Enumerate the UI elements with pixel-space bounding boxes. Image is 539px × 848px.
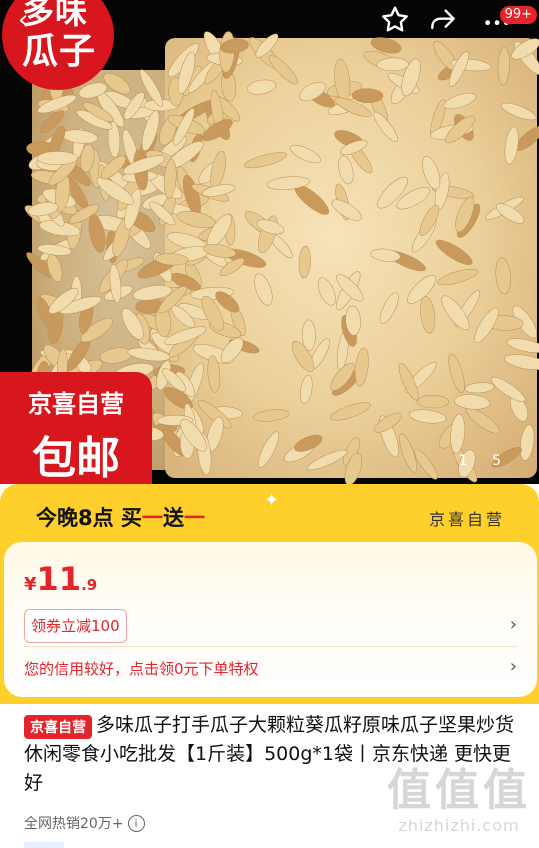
seed-shape	[252, 409, 290, 422]
seed-shape	[519, 424, 535, 461]
coupon-button[interactable]: 领券立减100	[24, 609, 127, 643]
divider	[24, 646, 518, 647]
seed-shape	[495, 257, 511, 295]
seed-shape	[37, 151, 78, 166]
seed-shape	[338, 155, 354, 185]
seed-shape	[450, 413, 466, 454]
promo-title: 今晚8点 买一送一	[36, 502, 205, 532]
seed-shape	[435, 239, 473, 265]
seed-shape	[330, 402, 371, 421]
next-section-edge	[24, 842, 64, 848]
seed-shape	[62, 129, 98, 144]
price-currency: ¥	[24, 574, 37, 595]
seed-shape	[257, 431, 280, 468]
seed-shape	[298, 245, 311, 279]
sales-info: 全网热销20万+ i	[24, 813, 145, 833]
seed-shape	[408, 409, 447, 424]
seed-shape	[443, 92, 477, 110]
jx-badge-line1: 京喜自营	[28, 390, 124, 418]
seed-shape	[466, 407, 500, 434]
seed-shape	[420, 296, 436, 334]
seed-shape	[254, 273, 273, 306]
watermark: 值值值 zhizhizhi.com	[387, 765, 531, 836]
promo-store-label: 京喜自营	[428, 510, 505, 529]
cart-count-badge: 99+	[499, 6, 537, 24]
seed-shape	[506, 338, 539, 353]
star-icon[interactable]	[379, 4, 413, 38]
seed-shape	[464, 382, 495, 394]
seed-shape	[244, 152, 288, 169]
promo-title-prefix: 今晚8点 买	[36, 506, 142, 530]
jx-badge-line2: 包邮	[32, 433, 120, 484]
seed-shape	[379, 292, 399, 325]
seed-shape	[354, 347, 369, 387]
share-icon[interactable]	[427, 4, 461, 38]
seed-shape	[300, 374, 313, 404]
seed-shape	[99, 347, 133, 364]
seed-shape	[504, 126, 519, 165]
credit-offer-link[interactable]: 您的信用较好，点击领0元下单特权	[24, 658, 259, 679]
price-integer: 11	[36, 560, 82, 598]
seed-shape	[490, 376, 526, 402]
promo-title-end: 一	[183, 506, 205, 530]
badge-line2: 瓜子	[22, 31, 97, 72]
credit-chevron-right-icon[interactable]: ›	[510, 656, 517, 677]
jingxi-self-operated-tag: 京喜自营	[24, 715, 92, 739]
jingxi-shipping-badge: 京喜自营 包邮	[0, 372, 152, 484]
coupon-chevron-right-icon[interactable]: ›	[510, 614, 517, 635]
promo-title-suffix: 送	[162, 506, 184, 530]
price: ¥11.9	[24, 560, 97, 598]
watermark-url: zhizhizhi.com	[398, 816, 520, 835]
sparkle-icon: ✦	[264, 490, 280, 511]
seed-shape	[500, 102, 537, 121]
seed-shape	[453, 394, 491, 410]
seed-shape	[246, 79, 277, 95]
image-pager: 1 5	[458, 453, 511, 469]
seed-shape	[504, 354, 539, 370]
sales-count: 全网热销20万+	[24, 816, 124, 832]
seed-shape	[416, 394, 449, 409]
seed-shape	[448, 353, 465, 393]
seed-shape	[289, 144, 321, 164]
promo-title-mid: 一	[141, 506, 163, 530]
back-icon[interactable]: ‹	[18, 6, 42, 34]
product-image-carousel[interactable]: 多味 瓜子 ‹ 99+ 京喜自营 包邮 1 5	[0, 0, 539, 484]
seed-shape	[302, 319, 316, 351]
seed-shape	[437, 268, 479, 286]
seed-shape	[317, 277, 336, 306]
seed-shape	[497, 47, 510, 86]
price-decimal: .9	[81, 576, 98, 594]
info-icon[interactable]: i	[127, 815, 145, 832]
watermark-logo: 值值值	[387, 765, 531, 816]
seed-shape	[370, 248, 401, 262]
